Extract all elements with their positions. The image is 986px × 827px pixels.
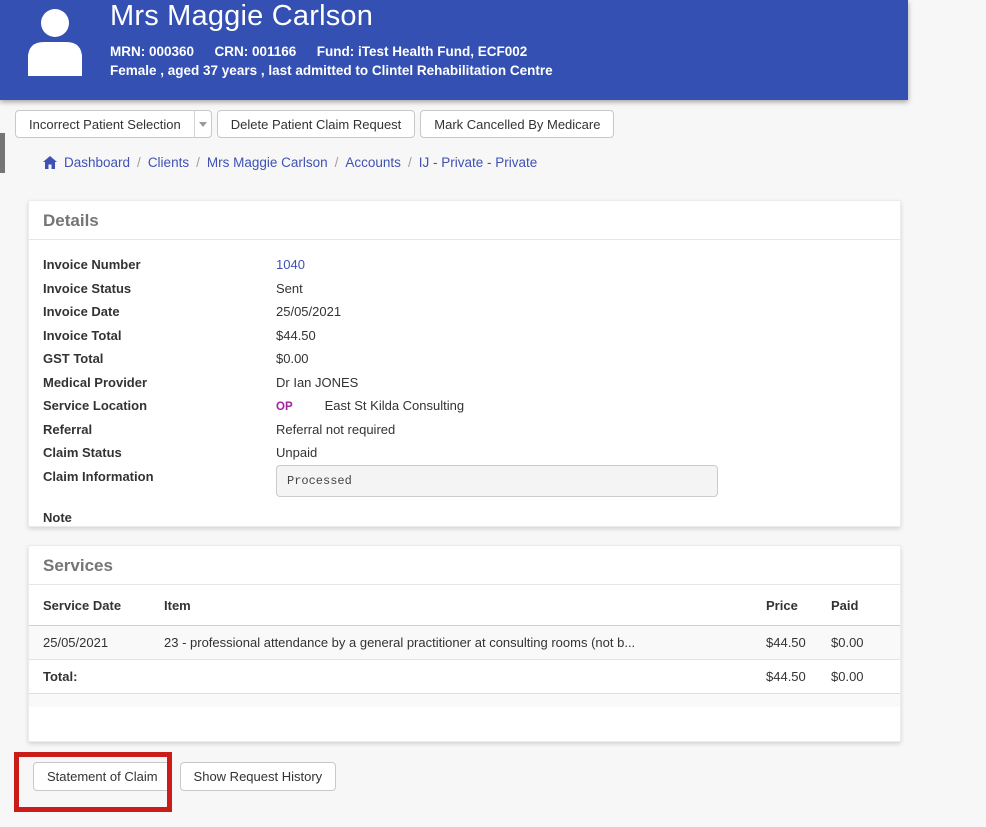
- caret-down-icon: [198, 121, 207, 127]
- field-label: Invoice Number: [43, 257, 141, 272]
- field-value: Referral not required: [276, 421, 396, 437]
- breadcrumb-separator: /: [407, 155, 412, 170]
- invoice-number-link[interactable]: 1040: [276, 257, 305, 272]
- claim-information-textbox[interactable]: Processed: [276, 464, 718, 497]
- field-referral: Referral Referral not required: [43, 422, 886, 437]
- breadcrumb-clients[interactable]: Clients: [148, 155, 189, 170]
- field-value: $0.00: [276, 351, 309, 366]
- column-paid: Paid: [831, 598, 859, 613]
- field-note: Note: [43, 510, 886, 525]
- field-invoice-status: Invoice Status Sent: [43, 281, 886, 296]
- field-gst-total: GST Total $0.00: [43, 351, 886, 366]
- field-value: Dr Ian JONES: [276, 374, 359, 390]
- field-label: Claim Information: [43, 468, 154, 484]
- breadcrumb-separator: /: [334, 155, 339, 170]
- field-label: Claim Status: [43, 445, 122, 460]
- patient-crn: CRN: 001166: [214, 44, 297, 59]
- services-card-title: Services: [29, 546, 900, 585]
- field-invoice-number: Invoice Number 1040: [43, 257, 886, 272]
- breadcrumb-separator: /: [196, 155, 200, 170]
- incorrect-patient-selection-dropdown-button[interactable]: [193, 110, 212, 138]
- breadcrumb-current-claim[interactable]: IJ - Private - Private: [419, 155, 538, 170]
- field-label: Invoice Total: [43, 327, 122, 343]
- field-invoice-date: Invoice Date 25/05/2021: [43, 304, 886, 319]
- field-label: Invoice Status: [43, 280, 132, 296]
- claim-footer-toolbar: Statement of Claim Show Request History: [33, 762, 337, 791]
- column-service-date: Service Date: [43, 598, 122, 613]
- column-item: Item: [164, 598, 191, 613]
- services-card: Services Service Date Item Price Paid 25…: [28, 545, 901, 742]
- field-label: Service Location: [43, 398, 148, 413]
- delete-patient-claim-request-button[interactable]: Delete Patient Claim Request: [216, 110, 416, 138]
- patient-mrn: MRN: 000360: [110, 44, 195, 59]
- service-price-cell: $44.50: [766, 635, 806, 650]
- field-value: Sent: [276, 280, 303, 296]
- location-type-badge: OP: [276, 401, 293, 413]
- field-medical-provider: Medical Provider Dr Ian JONES: [43, 375, 886, 390]
- total-price: $44.50: [766, 669, 806, 684]
- side-panel-handle[interactable]: [0, 133, 5, 173]
- field-label: Note: [43, 509, 72, 525]
- field-service-location: Service Location OP East St Kilda Consult…: [43, 398, 886, 413]
- services-table: Service Date Item Price Paid 25/05/2021 …: [29, 585, 900, 707]
- details-card: Details Invoice Number 1040 Invoice Stat…: [28, 200, 901, 527]
- mark-cancelled-by-medicare-button[interactable]: Mark Cancelled By Medicare: [420, 110, 615, 138]
- incorrect-patient-selection-button[interactable]: Incorrect Patient Selection: [15, 110, 194, 138]
- field-label: GST Total: [43, 351, 104, 366]
- field-claim-information: Claim Information Processed: [43, 464, 886, 497]
- breadcrumb: Dashboard / Clients / Mrs Maggie Carlson…: [43, 155, 537, 170]
- field-value: $44.50: [276, 327, 316, 343]
- field-label: Medical Provider: [43, 374, 148, 390]
- total-paid: $0.00: [831, 669, 864, 684]
- incorrect-patient-selection-split-button: Incorrect Patient Selection: [15, 110, 212, 138]
- breadcrumb-accounts[interactable]: Accounts: [345, 155, 401, 170]
- field-value: East St Kilda Consulting: [324, 398, 465, 413]
- column-price: Price: [766, 598, 798, 613]
- patient-demographics: Female , aged 37 years , last admitted t…: [110, 63, 553, 78]
- field-value: 25/05/2021: [276, 304, 342, 319]
- breadcrumb-dashboard[interactable]: Dashboard: [64, 155, 130, 170]
- field-invoice-total: Invoice Total $44.50: [43, 328, 886, 343]
- service-date-cell: 25/05/2021: [43, 635, 109, 650]
- field-claim-status: Claim Status Unpaid: [43, 445, 886, 460]
- breadcrumb-patient[interactable]: Mrs Maggie Carlson: [207, 155, 328, 170]
- field-label: Referral: [43, 421, 93, 437]
- patient-avatar-icon: [20, 6, 90, 76]
- breadcrumb-separator: /: [137, 155, 141, 170]
- service-item-cell: 23 - professional attendance by a genera…: [164, 635, 636, 650]
- patient-fund: Fund: iTest Health Fund, ECF002: [316, 44, 528, 59]
- statement-of-claim-button[interactable]: Statement of Claim: [33, 762, 172, 791]
- service-table-row: 25/05/2021 23 - professional attendance …: [29, 626, 900, 660]
- home-icon: [43, 156, 57, 169]
- empty-table-stripe: [29, 694, 900, 707]
- details-card-title: Details: [29, 201, 900, 240]
- total-label: Total:: [43, 669, 78, 684]
- field-label: Invoice Date: [43, 304, 120, 319]
- services-table-header: Service Date Item Price Paid: [29, 585, 900, 626]
- patient-header: Mrs Maggie Carlson MRN: 000360 CRN: 0011…: [0, 0, 908, 100]
- patient-identifiers: MRN: 000360 CRN: 001166 Fund: iTest Heal…: [110, 43, 543, 61]
- services-total-row: Total: $44.50 $0.00: [29, 660, 900, 694]
- claim-action-toolbar: Incorrect Patient Selection Delete Patie…: [15, 110, 615, 138]
- field-value: Unpaid: [276, 445, 318, 460]
- page-title: Mrs Maggie Carlson: [110, 0, 374, 32]
- service-paid-cell: $0.00: [831, 635, 864, 650]
- show-request-history-button[interactable]: Show Request History: [179, 762, 337, 791]
